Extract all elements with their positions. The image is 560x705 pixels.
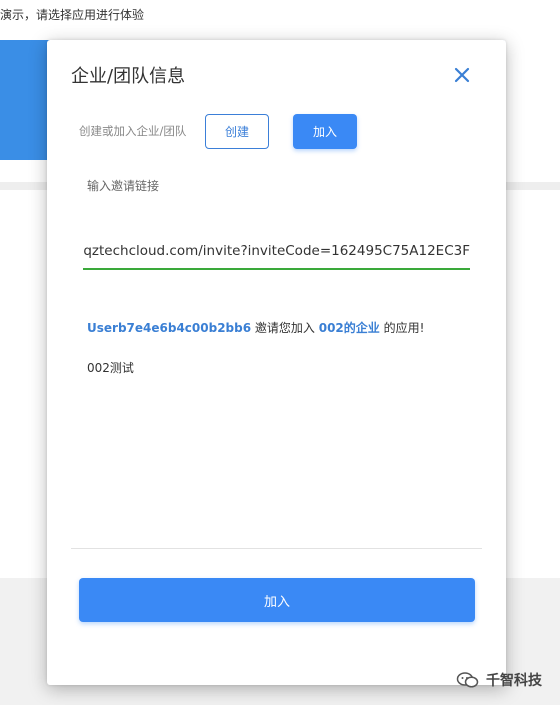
watermark: 千智科技 (456, 670, 542, 690)
inviter-username: Userb7e4e6b4c00b2bb6 (87, 321, 252, 335)
join-button[interactable]: 加入 (79, 578, 475, 622)
watermark-text: 千智科技 (486, 673, 542, 689)
wechat-icon (456, 672, 479, 688)
create-button[interactable]: 创建 (205, 114, 269, 149)
close-button[interactable] (451, 64, 473, 86)
organization-name: 002的企业 (318, 321, 380, 335)
invite-message-end: 的应用! (379, 321, 425, 335)
invite-message-middle: 邀请您加入 (251, 321, 319, 335)
team-info-dialog: 企业/团队信息 创建或加入企业/团队 创建 加入 输入邀请链接 Userb7e4… (47, 40, 506, 685)
close-icon (454, 67, 470, 83)
background-hint-text: 演示，请选择应用进行体验 (0, 8, 145, 22)
invite-link-field (83, 236, 470, 270)
invite-link-label: 输入邀请链接 (87, 179, 160, 193)
invite-link-input[interactable] (83, 236, 470, 266)
join-mode-button[interactable]: 加入 (293, 114, 357, 149)
invite-message: Userb7e4e6b4c00b2bb6 邀请您加入 002的企业 的应用! (87, 319, 424, 336)
create-or-join-label: 创建或加入企业/团队 (79, 124, 187, 138)
team-name: 002测试 (87, 361, 134, 375)
dialog-divider (71, 548, 482, 549)
dialog-title: 企业/团队信息 (71, 66, 186, 87)
